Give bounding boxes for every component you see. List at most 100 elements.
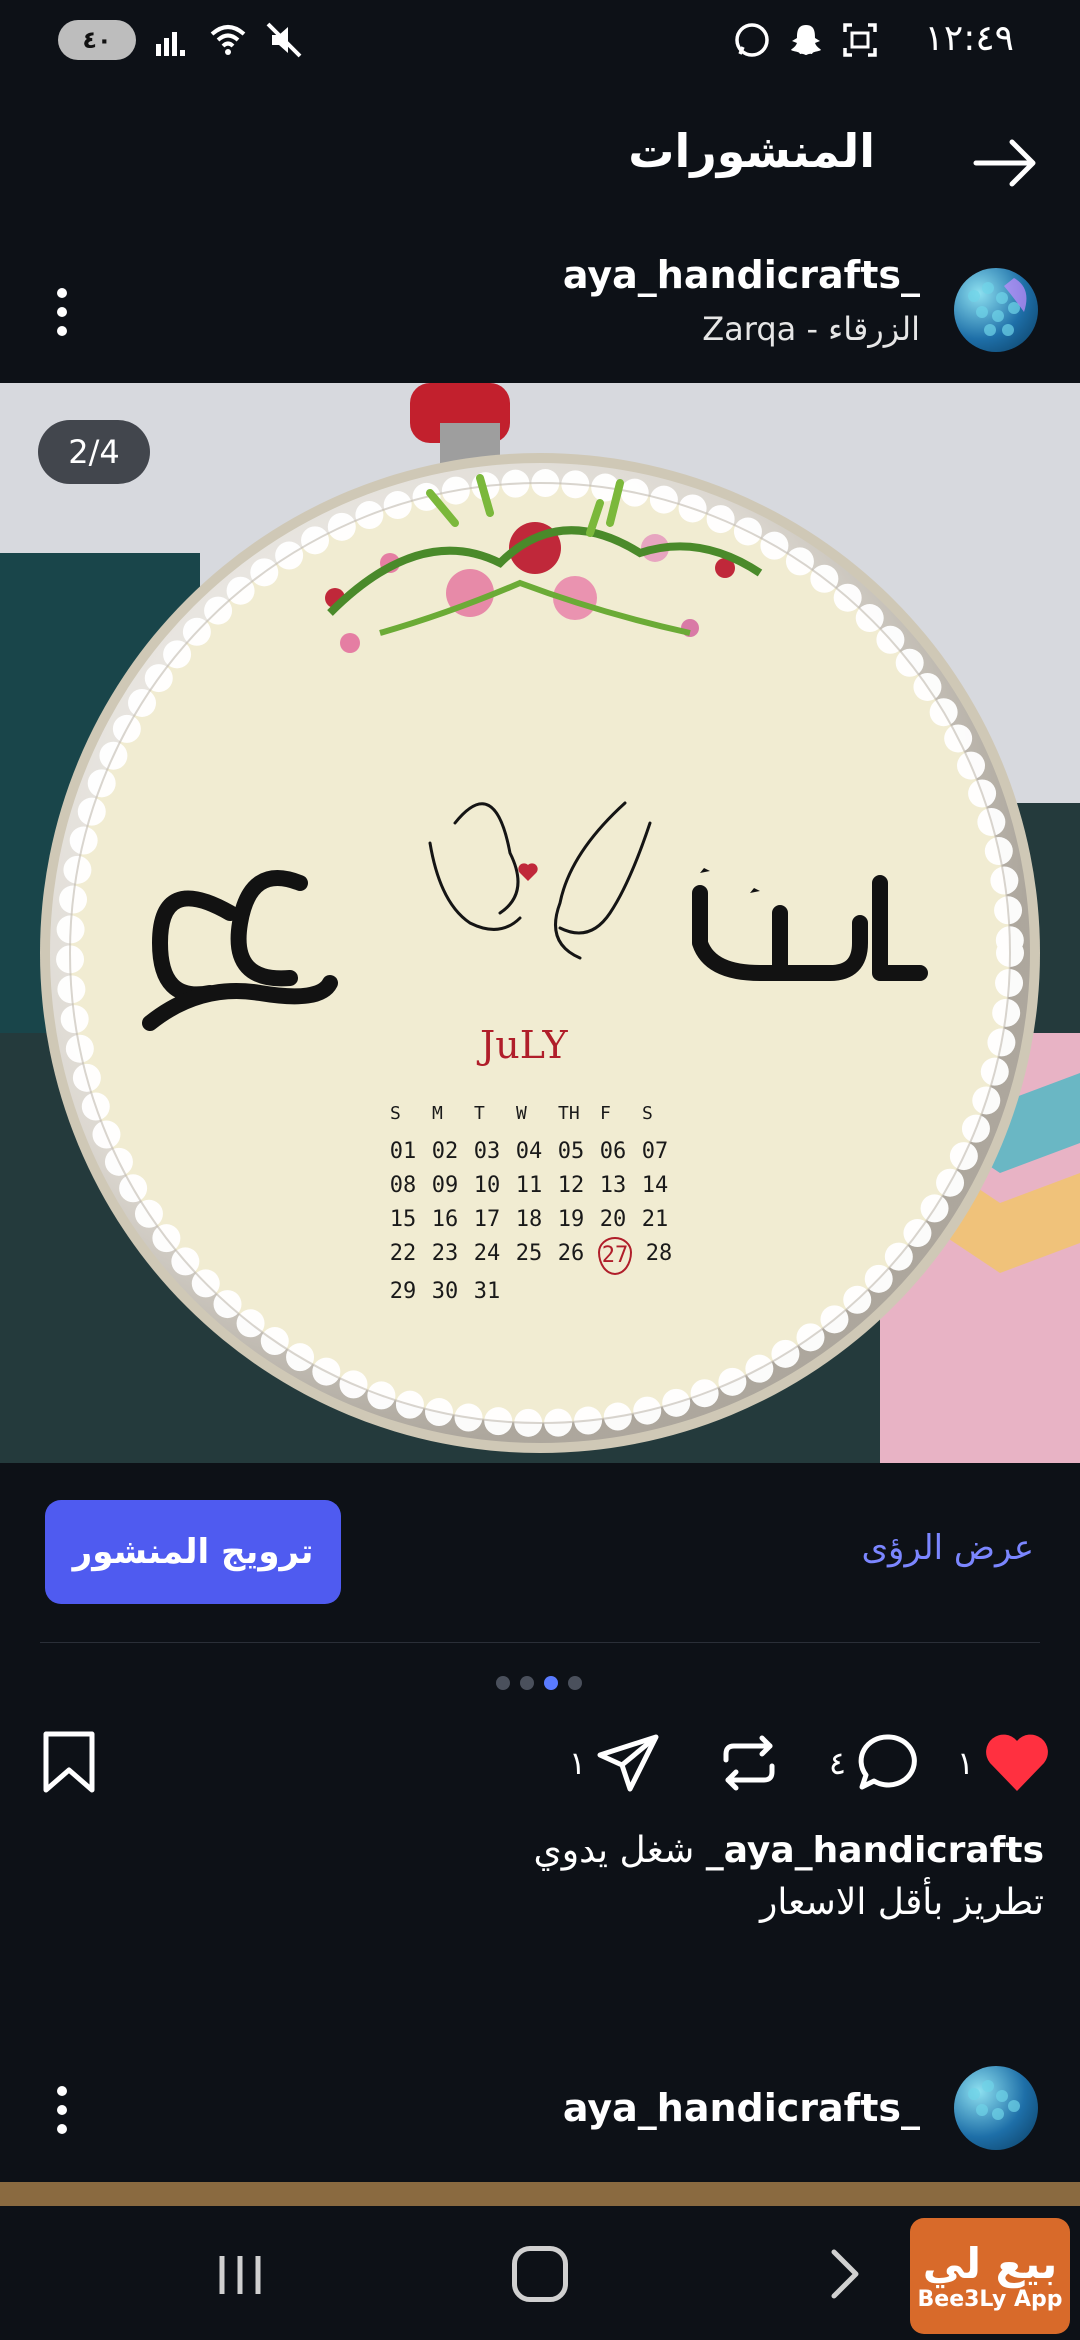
calendar-day: 29 (389, 1279, 417, 1304)
calendar-day: 28 (645, 1241, 673, 1266)
arrow-right-icon[interactable] (970, 128, 1040, 198)
post-image[interactable]: JuLY S M T W TH F S 01 02 03 04 05 06 07 08 09 10 11 12 13… (0, 383, 1080, 1463)
calendar-day: 02 (431, 1139, 459, 1164)
calendar-weekdays: S M T W TH F S (390, 1103, 662, 1124)
calendar-day: 09 (431, 1173, 459, 1198)
post-caption-line-2: تطريز بأقل الاسعار (759, 1882, 1044, 1923)
calendar-day: 21 (641, 1207, 669, 1232)
next-post-image-preview[interactable] (0, 2182, 1080, 2206)
back-icon[interactable] (820, 2244, 870, 2304)
image-counter: 2/4 (38, 420, 150, 484)
calendar-day: 03 (473, 1139, 501, 1164)
next-post-avatar[interactable] (954, 2066, 1038, 2150)
whatsapp-icon (735, 23, 769, 57)
calendar-weekday: S (642, 1103, 653, 1124)
repost-action[interactable] (718, 1730, 780, 1796)
carousel-indicator (496, 1676, 582, 1690)
comment-icon[interactable] (856, 1731, 920, 1795)
calendar-row: 08 09 10 11 12 13 14 (388, 1169, 674, 1203)
watermark-latin: Bee3Ly App (917, 2286, 1063, 2312)
battery-indicator: ٤٠ (58, 20, 136, 60)
signal-icon (156, 32, 185, 56)
calendar-days: 01 02 03 04 05 06 07 08 09 10 11 12 13 14 15 16 17 18 19 20… (388, 1135, 674, 1309)
page-title: المنشورات (628, 124, 875, 178)
calendar-day: 07 (641, 1139, 669, 1164)
repost-icon[interactable] (718, 1732, 780, 1794)
calendar-day: 04 (515, 1139, 543, 1164)
status-right-icons (732, 20, 880, 60)
divider (40, 1642, 1040, 1643)
status-left-icons: ٤٠ (58, 20, 304, 60)
recent-apps-icon[interactable] (210, 2250, 270, 2300)
calendar-day: 06 (599, 1139, 627, 1164)
post-location[interactable]: الزرقاء - Zarqa (702, 310, 920, 348)
carousel-dot (520, 1676, 534, 1690)
calendar-day: 16 (431, 1207, 459, 1232)
calendar-day: 14 (641, 1173, 669, 1198)
status-bar: ٤٠ ١٢:٤٩ (0, 0, 1080, 90)
next-post-username[interactable]: aya_handicrafts_ (563, 2086, 920, 2130)
status-time: ١٢:٤٩ (924, 18, 1014, 59)
calendar-weekday: T (474, 1103, 485, 1124)
calendar-day: 15 (389, 1207, 417, 1232)
share-action[interactable]: ١ (569, 1730, 660, 1796)
mute-icon (266, 22, 302, 58)
calendar-weekday: M (432, 1103, 443, 1124)
calendar-day: 26 (557, 1241, 585, 1266)
calendar-month: JuLY (480, 1023, 568, 1067)
bookmark-icon[interactable] (40, 1730, 98, 1794)
avatar-pattern-icon (968, 278, 1027, 336)
calendar-row: 22 23 24 25 26 27 28 (388, 1237, 674, 1275)
like-count: ١ (956, 1744, 974, 1782)
calendar-row: 15 16 17 18 19 20 21 (388, 1203, 674, 1237)
calendar-day: 12 (557, 1173, 585, 1198)
carousel-dot (568, 1676, 582, 1690)
calendar-day: 01 (389, 1139, 417, 1164)
watermark-logo: بيع لي Bee3Ly App (910, 2218, 1070, 2334)
comment-action[interactable]: ٤ (829, 1730, 920, 1796)
calendar-day: 22 (389, 1241, 417, 1266)
post-caption: aya_handicrafts_ شغل يدوي (534, 1830, 1044, 1871)
like-action[interactable]: ١ (957, 1730, 1050, 1796)
calendar-day: 18 (515, 1207, 543, 1232)
calendar-weekday: F (600, 1103, 611, 1124)
view-insights-link[interactable]: عرض الرؤى (861, 1528, 1034, 1568)
snapchat-icon (791, 25, 821, 55)
promote-post-button[interactable]: ترويج المنشور (45, 1500, 341, 1604)
carousel-dot-active (544, 1676, 558, 1690)
more-options-icon[interactable] (46, 2083, 78, 2137)
heart-icon[interactable] (984, 1733, 1050, 1793)
post-username[interactable]: aya_handicrafts_ (563, 253, 920, 297)
calendar-weekday: S (390, 1103, 401, 1124)
calendar-day: 27 (598, 1237, 632, 1275)
calendar-day: 13 (599, 1173, 627, 1198)
calendar-day: 30 (431, 1279, 459, 1304)
calendar-row: 29 30 31 (388, 1275, 674, 1309)
calendar-day: 31 (473, 1279, 501, 1304)
avatar[interactable] (954, 268, 1038, 352)
calendar-day: 24 (473, 1241, 501, 1266)
avatar-pattern-icon (968, 2080, 1020, 2120)
calendar-day: 11 (515, 1173, 543, 1198)
calendar-row: 01 02 03 04 05 06 07 (388, 1135, 674, 1169)
battery-level: ٤٠ (82, 26, 112, 54)
calendar-day: 23 (431, 1241, 459, 1266)
watermark-arabic: بيع لي (922, 2238, 1058, 2288)
more-options-icon[interactable] (46, 285, 78, 339)
calendar-day: 19 (557, 1207, 585, 1232)
calendar-weekday: TH (558, 1103, 580, 1124)
calendar-day: 17 (473, 1207, 501, 1232)
calendar-day: 10 (473, 1173, 501, 1198)
calendar-weekday: W (516, 1103, 527, 1124)
caption-username[interactable]: aya_handicrafts_ (706, 1830, 1044, 1871)
home-icon[interactable] (512, 2246, 568, 2302)
caption-text: شغل يدوي (533, 1830, 695, 1871)
calendar-embroidery: JuLY S M T W TH F S 01 02 03 04 05 06 07 08 09 10 11 12 13… (0, 383, 1080, 1463)
wifi-icon (210, 25, 246, 55)
comment-count: ٤ (828, 1744, 846, 1782)
calendar-day: 05 (557, 1139, 585, 1164)
carousel-dot (496, 1676, 510, 1690)
screenshot-icon (843, 23, 877, 57)
send-icon[interactable] (596, 1731, 660, 1795)
calendar-day: 25 (515, 1241, 543, 1266)
